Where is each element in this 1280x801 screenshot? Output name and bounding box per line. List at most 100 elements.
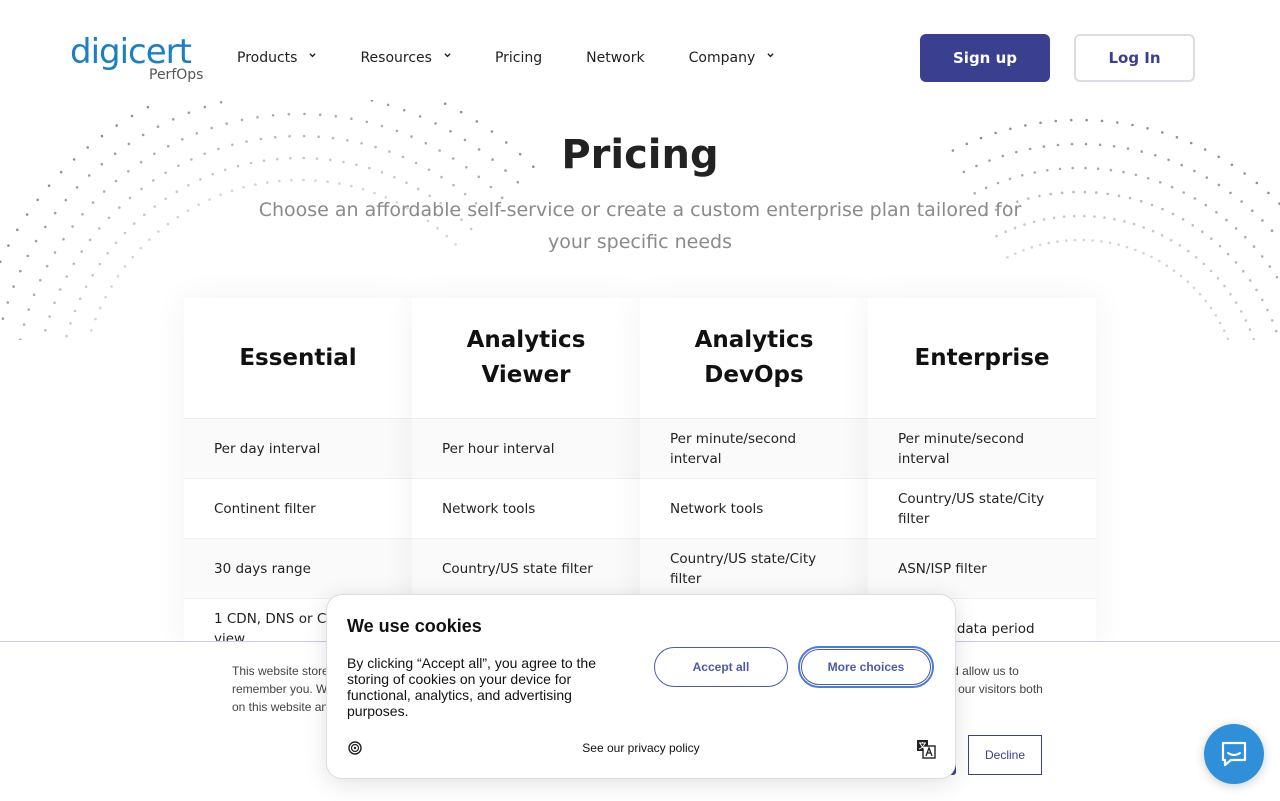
decorative-dot xyxy=(1062,215,1066,218)
decorative-dot xyxy=(1186,249,1190,253)
decorative-dot xyxy=(1161,207,1164,211)
decorative-dot xyxy=(266,181,269,184)
decorative-dot xyxy=(230,189,234,193)
decorative-dot xyxy=(98,262,102,266)
decorative-dot xyxy=(418,115,422,118)
decorative-dot xyxy=(175,190,179,193)
decorative-dot xyxy=(1234,301,1238,304)
nav-item-company[interactable]: Company xyxy=(689,50,775,66)
page-title: Pricing xyxy=(561,132,719,178)
decorative-dot xyxy=(1204,299,1207,303)
decorative-dot xyxy=(271,114,275,117)
decorative-dot xyxy=(1165,264,1169,267)
decorative-dot xyxy=(80,250,83,253)
chat-bubble-icon xyxy=(1221,741,1247,767)
privacy-policy-link[interactable]: See our privacy policy xyxy=(327,741,955,755)
chevron-down-icon xyxy=(444,52,451,57)
decorative-dot xyxy=(1134,248,1137,252)
decorative-dot xyxy=(114,241,118,245)
decorative-dot xyxy=(1201,230,1204,233)
decorative-dot xyxy=(1139,199,1143,203)
decorative-dot xyxy=(65,334,68,338)
translate-icon[interactable] xyxy=(916,739,936,759)
decorative-dot xyxy=(102,190,106,193)
consent-bar-decline-button[interactable]: Decline xyxy=(968,735,1042,775)
decorative-dot xyxy=(148,238,151,241)
decorative-dot xyxy=(1255,288,1258,292)
plan-feature: Network tools xyxy=(412,479,640,539)
decorative-dot xyxy=(84,285,88,289)
nav-item-label: Pricing xyxy=(494,50,543,66)
decorative-dot xyxy=(1251,209,1254,212)
decorative-dot xyxy=(1142,226,1145,229)
decorative-dot xyxy=(1244,319,1248,322)
decorative-dot xyxy=(91,201,95,204)
decorative-dot xyxy=(156,125,160,128)
decorative-dot xyxy=(1042,218,1046,221)
plan-column-enterprise: Enterprise Per minute/second interval Co… xyxy=(868,298,1096,659)
nav-item-label: Company xyxy=(688,50,756,66)
plan-feature: ASN/ISP filter xyxy=(868,539,1096,599)
decorative-dot xyxy=(48,315,51,318)
decorative-dot xyxy=(128,196,132,200)
decorative-dot xyxy=(334,115,338,118)
plan-feature: Per day interval xyxy=(184,419,412,479)
log-in-button[interactable]: Log In xyxy=(1074,34,1195,82)
accept-all-button[interactable]: Accept all xyxy=(654,647,788,687)
page-subtitle: Choose an affordable self-service or cre… xyxy=(258,199,1022,253)
decorative-dot xyxy=(187,183,190,187)
decorative-dot xyxy=(12,285,15,288)
decorative-dot xyxy=(1117,243,1120,246)
decorative-dot xyxy=(1150,203,1154,207)
decorative-dot xyxy=(1270,229,1274,232)
decorative-dot xyxy=(1072,214,1076,218)
decorative-dot xyxy=(278,179,281,183)
decorative-dot xyxy=(361,187,365,191)
pricing-plans-table: Essential Per day interval Continent fil… xyxy=(184,298,1096,659)
decorative-dot xyxy=(996,181,1000,185)
decorative-dot xyxy=(303,112,306,116)
decorative-dot xyxy=(1009,127,1012,131)
decorative-dot xyxy=(475,120,479,123)
decorative-dot xyxy=(1229,292,1232,296)
chevron-down-icon xyxy=(767,52,774,57)
nav-item-network[interactable]: Network xyxy=(586,50,644,66)
nav-item-products[interactable]: Products xyxy=(237,50,317,66)
decorative-dot xyxy=(1142,251,1145,255)
decorative-dot xyxy=(1181,218,1185,221)
more-choices-button[interactable]: More choices xyxy=(798,646,934,688)
decorative-dot xyxy=(1192,286,1196,290)
decorative-dot xyxy=(434,122,437,125)
chat-launcher-button[interactable] xyxy=(1204,724,1264,784)
decorative-dot xyxy=(1085,118,1088,122)
decorative-dot xyxy=(73,309,77,313)
decorative-dot xyxy=(110,285,113,288)
decorative-dot xyxy=(1186,280,1189,283)
decorative-dot xyxy=(1218,244,1222,248)
digicert-perfops-logo[interactable]: digicert PerfOps xyxy=(70,32,210,88)
decorative-dot xyxy=(64,198,68,202)
decorative-dot xyxy=(1267,191,1270,195)
nav-item-resources[interactable]: Resources xyxy=(360,50,451,66)
decorative-dot xyxy=(34,239,38,243)
decorative-dot xyxy=(302,178,305,182)
decorative-dot xyxy=(1275,329,1278,333)
decorative-dot xyxy=(452,183,455,187)
decorative-dot xyxy=(45,264,49,268)
decorative-dot xyxy=(153,205,156,208)
decorative-dot xyxy=(1216,277,1220,280)
decorative-dot xyxy=(489,185,493,189)
decorative-dot xyxy=(36,198,39,202)
plan-feature: Per minute/second interval xyxy=(868,419,1096,479)
sign-up-button[interactable]: Sign up xyxy=(920,34,1050,82)
nav-item-pricing[interactable]: Pricing xyxy=(495,50,542,66)
decorative-dot xyxy=(1210,237,1213,240)
decorative-dot xyxy=(338,182,341,185)
decorative-dot xyxy=(25,213,29,216)
decorative-dot xyxy=(172,118,175,121)
decorative-dot xyxy=(143,213,146,217)
decorative-dot xyxy=(1082,238,1086,242)
cookie-popup-body: By clicking “Accept all”, you agree to t… xyxy=(347,655,597,719)
decorative-dot xyxy=(1240,200,1243,203)
decorative-dot xyxy=(254,183,257,186)
